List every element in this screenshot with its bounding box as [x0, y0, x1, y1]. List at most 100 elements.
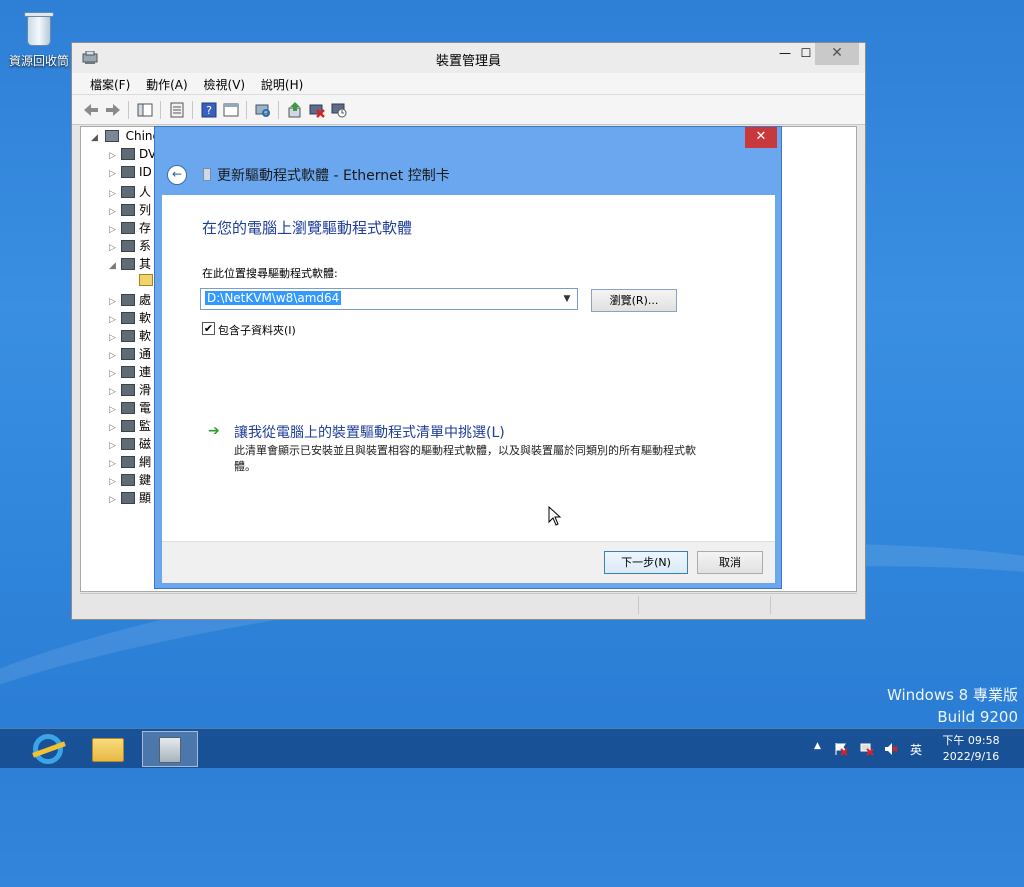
browse-button[interactable]: 瀏覽(R)...: [591, 289, 677, 312]
cancel-button[interactable]: 取消: [697, 551, 763, 574]
back-arrow-icon[interactable]: [82, 101, 100, 119]
tree-item-label: 鍵: [139, 473, 152, 487]
chevron-down-icon[interactable]: ▼: [559, 289, 575, 309]
uninstall-device-icon[interactable]: [330, 101, 348, 119]
pick-from-list-description: 此清單會顯示已安裝並且與裝置相容的驅動程式軟體，以及與裝置屬於同類別的所有驅動程…: [234, 444, 696, 473]
properties-icon[interactable]: [168, 101, 186, 119]
tree-item[interactable]: ▷ 連: [109, 363, 151, 380]
expand-arrow-icon[interactable]: ▷: [109, 297, 121, 307]
tree-item[interactable]: ▷ 處: [109, 291, 151, 308]
tree-item[interactable]: ▷ DV: [109, 147, 156, 164]
disable-device-icon[interactable]: [308, 101, 326, 119]
expand-arrow-icon[interactable]: ▷: [109, 405, 121, 415]
driver-path-combobox[interactable]: D:\NetKVM\w8\amd64 ▼: [200, 288, 578, 310]
system-clock[interactable]: 下午 09:58 2022/9/16: [936, 733, 1006, 765]
tree-item[interactable]: ▷ 鍵: [109, 471, 151, 488]
show-hidden-icons-button[interactable]: ▲: [814, 741, 821, 781]
status-bar: [80, 593, 857, 615]
expand-arrow-icon[interactable]: ▷: [109, 169, 121, 179]
pick-from-list-link[interactable]: 讓我從電腦上的裝置驅動程式清單中挑選(L): [234, 422, 505, 442]
green-arrow-icon: ➔: [208, 423, 220, 439]
expand-arrow-icon[interactable]: ▷: [109, 315, 121, 325]
include-subfolders-checkbox[interactable]: ✔: [202, 322, 215, 335]
tree-item[interactable]: ▷ 軟: [109, 327, 151, 344]
wizard-close-button[interactable]: ✕: [745, 127, 777, 148]
show-hide-tree-icon[interactable]: [136, 101, 154, 119]
tree-item-label: 顯: [139, 491, 152, 505]
update-driver-icon[interactable]: [286, 101, 304, 119]
device-category-icon: [121, 166, 135, 178]
device-category-icon: [121, 402, 135, 414]
menu-help[interactable]: 說明(H): [255, 73, 309, 96]
view-pane-icon[interactable]: [222, 101, 240, 119]
tree-item[interactable]: ▷ 磁: [109, 435, 151, 452]
collapse-arrow-icon[interactable]: ◢: [91, 133, 98, 143]
expand-arrow-icon[interactable]: ▷: [109, 369, 121, 379]
tree-root-node[interactable]: ◢ Chine: [91, 129, 160, 143]
close-button[interactable]: ✕: [815, 43, 859, 65]
expand-arrow-icon[interactable]: ▷: [109, 207, 121, 217]
help-icon[interactable]: ?: [200, 101, 218, 119]
tree-item[interactable]: ▷ 監: [109, 417, 151, 434]
expand-arrow-icon[interactable]: ▷: [109, 387, 121, 397]
next-button[interactable]: 下一步(N): [604, 551, 688, 574]
tree-item-label: 軟: [139, 311, 152, 325]
expand-arrow-icon[interactable]: ▷: [109, 351, 121, 361]
mouse-cursor-icon: [548, 506, 562, 526]
expand-arrow-icon[interactable]: ▷: [109, 495, 121, 505]
device-category-icon: [121, 148, 135, 160]
tree-item[interactable]: ▷ 人: [109, 183, 151, 200]
clock-time: 下午 09:58: [942, 734, 1000, 747]
include-subfolders-label[interactable]: 包含子資料夾(I): [218, 322, 296, 338]
tree-item[interactable]: ▷ 列: [109, 201, 151, 218]
expand-arrow-icon[interactable]: ▷: [109, 225, 121, 235]
taskbar-internet-explorer[interactable]: [18, 731, 74, 767]
tree-item[interactable]: [127, 273, 157, 290]
tree-item-label: 存: [139, 221, 152, 235]
tree-item[interactable]: ▷ 存: [109, 219, 151, 236]
menu-file[interactable]: 檔案(F): [84, 73, 136, 96]
expand-arrow-icon[interactable]: ▷: [109, 423, 121, 433]
expand-arrow-icon[interactable]: ▷: [109, 151, 121, 161]
expand-arrow-icon[interactable]: ▷: [109, 459, 121, 469]
tree-item-label: 通: [139, 347, 152, 361]
tree-item-label: ID: [139, 165, 152, 179]
tree-item[interactable]: ▷ ID: [109, 165, 152, 182]
forward-arrow-icon[interactable]: [104, 101, 122, 119]
back-button[interactable]: ←: [167, 165, 187, 185]
watermark-edition: Windows 8 專業版: [886, 686, 1018, 704]
tree-item[interactable]: ▷ 滑: [109, 381, 151, 398]
collapse-arrow-icon[interactable]: ◢: [109, 261, 121, 271]
action-center-flag-icon[interactable]: [834, 742, 848, 756]
tree-item[interactable]: ▷ 網: [109, 453, 151, 470]
tree-item-label: 其: [139, 257, 152, 271]
driver-path-value[interactable]: D:\NetKVM\w8\amd64: [205, 291, 342, 305]
toolbar: ?: [72, 95, 865, 125]
menu-view[interactable]: 檢視(V): [198, 73, 252, 96]
tree-item[interactable]: ◢ 其: [109, 255, 151, 272]
recycle-bin-shortcut[interactable]: 資源回收筒: [4, 4, 74, 69]
tree-item[interactable]: ▷ 電: [109, 399, 151, 416]
volume-muted-icon[interactable]: [884, 742, 898, 756]
tree-item[interactable]: ▷ 通: [109, 345, 151, 362]
toolbar-separator: [128, 101, 129, 119]
tree-item[interactable]: ▷ 軟: [109, 309, 151, 326]
scan-hardware-icon[interactable]: [254, 101, 272, 119]
expand-arrow-icon[interactable]: ▷: [109, 441, 121, 451]
tree-item-label: 磁: [139, 437, 152, 451]
tree-item[interactable]: ▷ 顯: [109, 489, 151, 506]
menu-action[interactable]: 動作(A): [140, 73, 194, 96]
internet-explorer-icon: [33, 734, 63, 764]
network-status-icon[interactable]: [860, 742, 874, 756]
expand-arrow-icon[interactable]: ▷: [109, 243, 121, 253]
tree-item-label: 連: [139, 365, 152, 379]
tree-item[interactable]: ▷ 系: [109, 237, 151, 254]
input-language-indicator[interactable]: 英: [910, 741, 922, 758]
taskbar-device-manager[interactable]: [142, 731, 198, 767]
expand-arrow-icon[interactable]: ▷: [109, 189, 121, 199]
tree-item-label: 系: [139, 239, 152, 253]
expand-arrow-icon[interactable]: ▷: [109, 333, 121, 343]
expand-arrow-icon[interactable]: ▷: [109, 477, 121, 487]
taskbar-file-explorer[interactable]: [80, 731, 136, 767]
device-manager-titlebar[interactable]: 裝置管理員 — ☐ ✕: [72, 43, 865, 73]
